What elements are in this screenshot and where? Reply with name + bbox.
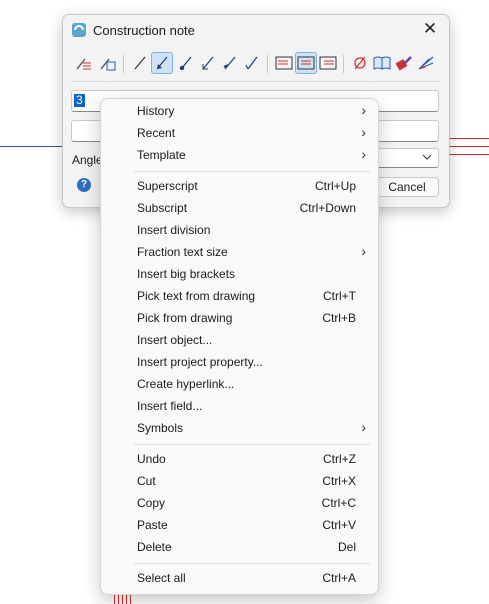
hatch-icon[interactable] bbox=[415, 52, 437, 74]
help-icon[interactable]: ? bbox=[77, 178, 91, 192]
menu-item-history[interactable]: History › bbox=[101, 100, 378, 122]
toolbar bbox=[71, 52, 441, 76]
toolbar-divider bbox=[71, 81, 439, 82]
leader-open-arrow-icon[interactable] bbox=[197, 52, 219, 74]
menu-item-label: Pick from drawing bbox=[137, 311, 233, 325]
menu-item-create-hyperlink[interactable]: Create hyperlink... bbox=[101, 373, 378, 395]
menu-item-delete[interactable]: Delete Del bbox=[101, 536, 378, 558]
menu-item-label: Copy bbox=[137, 496, 166, 510]
menu-item-shortcut: Ctrl+C bbox=[321, 496, 356, 510]
menu-item-pick-from-drawing[interactable]: Pick from drawing Ctrl+B bbox=[101, 307, 378, 329]
drawing-line-red bbox=[448, 146, 489, 147]
line-icon[interactable] bbox=[129, 52, 151, 74]
menu-separator bbox=[134, 171, 370, 172]
menu-item-insert-division[interactable]: Insert division bbox=[101, 219, 378, 241]
angle-label: Angle bbox=[72, 153, 103, 167]
menu-item-shortcut: Ctrl+Z bbox=[323, 452, 356, 466]
menu-item-shortcut: Ctrl+Down bbox=[299, 201, 356, 215]
drawing-line-red bbox=[448, 138, 489, 139]
menu-separator bbox=[134, 444, 370, 445]
app-icon bbox=[71, 22, 87, 38]
menu-item-label: Fraction text size bbox=[137, 245, 228, 259]
frame-center-icon[interactable] bbox=[295, 52, 317, 74]
dialog-title: Construction note bbox=[93, 23, 195, 38]
book-icon[interactable] bbox=[371, 52, 393, 74]
menu-item-label: Undo bbox=[137, 452, 166, 466]
menu-item-label: Insert project property... bbox=[137, 355, 263, 369]
chevron-right-icon: › bbox=[361, 419, 366, 435]
chevron-right-icon: › bbox=[361, 146, 366, 162]
menu-separator bbox=[134, 563, 370, 564]
menu-item-symbols[interactable]: Symbols › bbox=[101, 417, 378, 439]
drawing-line-red bbox=[448, 154, 489, 155]
menu-item-shortcut: Del bbox=[337, 540, 356, 554]
menu-item-label: Cut bbox=[137, 474, 156, 488]
text-align-left-icon[interactable] bbox=[73, 52, 95, 74]
menu-item-insert-project-property[interactable]: Insert project property... bbox=[101, 351, 378, 373]
chevron-right-icon: › bbox=[361, 102, 366, 118]
drawing-line-blue bbox=[0, 146, 62, 147]
diameter-icon[interactable] bbox=[349, 52, 371, 74]
chevron-down-icon[interactable] bbox=[422, 152, 432, 165]
leader-tick-icon[interactable] bbox=[241, 52, 263, 74]
color-brush-icon[interactable] bbox=[393, 52, 415, 74]
menu-item-copy[interactable]: Copy Ctrl+C bbox=[101, 492, 378, 514]
menu-item-cut[interactable]: Cut Ctrl+X bbox=[101, 470, 378, 492]
menu-item-undo[interactable]: Undo Ctrl+Z bbox=[101, 448, 378, 470]
chevron-right-icon: › bbox=[361, 243, 366, 259]
menu-item-shortcut: Ctrl+V bbox=[322, 518, 356, 532]
menu-item-label: Insert field... bbox=[137, 399, 203, 413]
menu-item-superscript[interactable]: Superscript Ctrl+Up bbox=[101, 175, 378, 197]
toolbar-separator bbox=[123, 55, 124, 73]
dialog-titlebar[interactable]: Construction note ✕ bbox=[63, 15, 449, 45]
menu-item-label: Select all bbox=[137, 571, 186, 585]
selected-text: 3 bbox=[74, 93, 85, 107]
menu-item-shortcut: Ctrl+A bbox=[322, 571, 356, 585]
menu-item-label: History bbox=[137, 104, 175, 118]
menu-item-label: Insert division bbox=[137, 223, 211, 237]
menu-item-label: Paste bbox=[137, 518, 168, 532]
menu-item-label: Superscript bbox=[137, 179, 198, 193]
menu-item-fraction-text-size[interactable]: Fraction text size › bbox=[101, 241, 378, 263]
leader-dot-icon[interactable] bbox=[175, 52, 197, 74]
menu-item-label: Create hyperlink... bbox=[137, 377, 235, 391]
menu-item-select-all[interactable]: Select all Ctrl+A bbox=[101, 567, 378, 589]
menu-item-shortcut: Ctrl+X bbox=[322, 474, 356, 488]
menu-item-pick-text-from-drawing[interactable]: Pick text from drawing Ctrl+T bbox=[101, 285, 378, 307]
toolbar-separator bbox=[343, 55, 344, 73]
cancel-button[interactable]: Cancel bbox=[375, 177, 439, 197]
chevron-right-icon: › bbox=[361, 124, 366, 140]
menu-item-shortcut: Ctrl+B bbox=[322, 311, 356, 325]
menu-item-label: Pick text from drawing bbox=[137, 289, 256, 303]
toolbar-separator bbox=[267, 55, 268, 73]
text-align-right-icon[interactable] bbox=[97, 52, 119, 74]
menu-item-subscript[interactable]: Subscript Ctrl+Down bbox=[101, 197, 378, 219]
menu-item-insert-object[interactable]: Insert object... bbox=[101, 329, 378, 351]
frame-right-icon[interactable] bbox=[317, 52, 339, 74]
context-menu: History › Recent › Template › Superscrip… bbox=[100, 98, 379, 595]
frame-left-icon[interactable] bbox=[273, 52, 295, 74]
menu-item-label: Insert object... bbox=[137, 333, 213, 347]
menu-item-label: Template bbox=[137, 148, 186, 162]
menu-item-template[interactable]: Template › bbox=[101, 144, 378, 166]
close-icon[interactable]: ✕ bbox=[419, 18, 441, 40]
menu-item-label: Subscript bbox=[137, 201, 188, 215]
menu-item-insert-big-brackets[interactable]: Insert big brackets bbox=[101, 263, 378, 285]
menu-item-label: Symbols bbox=[137, 421, 184, 435]
menu-item-label: Recent bbox=[137, 126, 176, 140]
leader-slash-icon[interactable] bbox=[219, 52, 241, 74]
menu-item-shortcut: Ctrl+Up bbox=[314, 179, 356, 193]
menu-item-label: Delete bbox=[137, 540, 172, 554]
menu-item-paste[interactable]: Paste Ctrl+V bbox=[101, 514, 378, 536]
menu-item-insert-field[interactable]: Insert field... bbox=[101, 395, 378, 417]
menu-item-shortcut: Ctrl+T bbox=[323, 289, 356, 303]
leader-arrow-icon[interactable] bbox=[151, 52, 173, 74]
menu-item-label: Insert big brackets bbox=[137, 267, 236, 281]
menu-item-recent[interactable]: Recent › bbox=[101, 122, 378, 144]
